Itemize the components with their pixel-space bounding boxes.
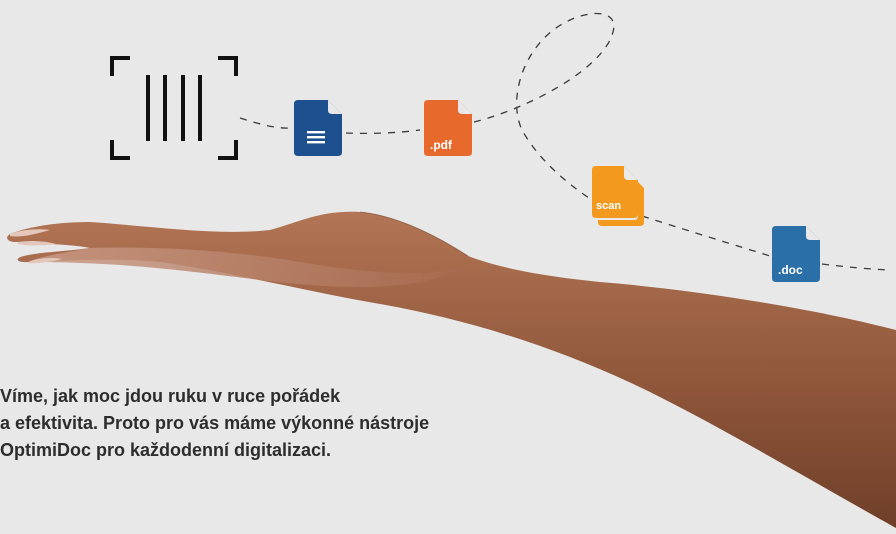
pdf-file-icon: .pdf <box>424 100 472 156</box>
headline-line-1: Víme, jak moc jdou ruku v ruce pořádek <box>0 386 341 406</box>
hero-illustration: .pdf scan .doc Víme, jak moc jdou ruku v <box>0 0 896 534</box>
headline-line-2: a efektivita. Proto pro vás máme výkonné… <box>0 413 430 433</box>
pdf-file-label: .pdf <box>430 138 453 152</box>
text-document-icon <box>294 100 342 156</box>
headline-line-3: OptimiDoc pro každodenní digitalizaci. <box>0 440 332 460</box>
barcode-scanner-icon <box>110 56 238 160</box>
headline-text: Víme, jak moc jdou ruku v ruce pořádek a… <box>0 383 640 464</box>
outstretched-hand <box>7 211 896 528</box>
scan-file-icon: scan <box>592 166 644 226</box>
scan-file-label: scan <box>596 200 621 212</box>
doc-file-icon: .doc <box>772 226 820 282</box>
doc-file-label: .doc <box>778 263 803 277</box>
